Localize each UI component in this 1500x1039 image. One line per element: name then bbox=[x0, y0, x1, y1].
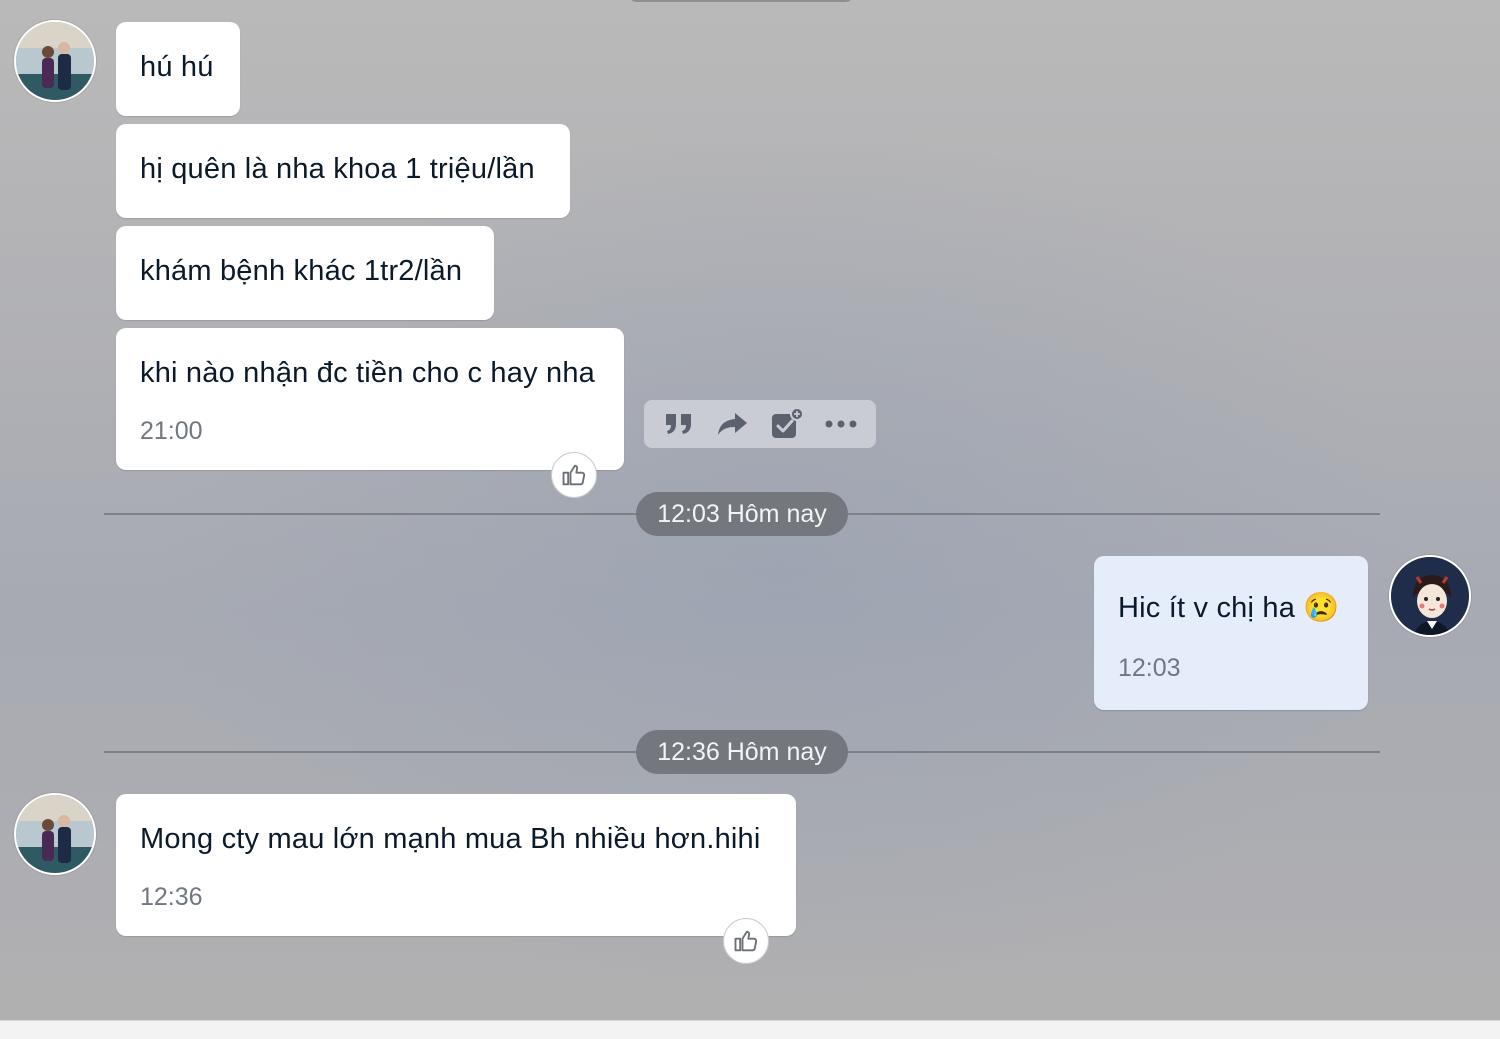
quote-button[interactable] bbox=[657, 404, 701, 444]
message-time: 12:03 bbox=[1118, 654, 1181, 682]
message-text: Hic ít v chị ha 😢 bbox=[1118, 592, 1340, 624]
more-icon bbox=[825, 420, 857, 428]
message-text: hị quên là nha khoa 1 triệu/lần bbox=[140, 153, 535, 185]
chat-area[interactable]: hú hú hị quên là nha khoa 1 triệu/lần kh… bbox=[0, 0, 1500, 1020]
message-text: hú hú bbox=[140, 51, 214, 83]
sender-avatar[interactable] bbox=[14, 20, 96, 102]
like-button[interactable] bbox=[551, 452, 597, 498]
thumbs-up-icon bbox=[562, 464, 586, 486]
like-button[interactable] bbox=[723, 918, 769, 964]
chat-bottom-border bbox=[0, 1020, 1500, 1039]
message-text: khi nào nhận đc tiền cho c hay nha bbox=[140, 357, 596, 389]
quote-icon bbox=[666, 414, 691, 434]
forward-icon bbox=[718, 413, 747, 435]
sender-avatar[interactable] bbox=[14, 793, 96, 875]
time-divider-label: 12:36 Hôm nay bbox=[636, 730, 848, 774]
message-bubble[interactable]: hú hú bbox=[116, 22, 240, 116]
message-text: khám bệnh khác 1tr2/lần bbox=[140, 255, 463, 287]
message-time: 12:36 bbox=[140, 883, 203, 911]
previous-divider-pill bbox=[628, 0, 854, 2]
create-task-button[interactable] bbox=[765, 404, 809, 444]
my-message-bubble[interactable]: Hic ít v chị ha 😢 12:03 bbox=[1094, 556, 1368, 710]
more-options-button[interactable] bbox=[819, 404, 863, 444]
my-avatar[interactable] bbox=[1389, 555, 1471, 637]
message-bubble[interactable]: Mong cty mau lớn mạnh mua Bh nhiều hơn.h… bbox=[116, 794, 796, 936]
message-action-toolbar bbox=[644, 400, 876, 448]
message-bubble[interactable]: hị quên là nha khoa 1 triệu/lần bbox=[116, 124, 570, 218]
message-bubble[interactable]: khám bệnh khác 1tr2/lần bbox=[116, 226, 494, 320]
message-bubble[interactable]: khi nào nhận đc tiền cho c hay nha 21:00 bbox=[116, 328, 624, 470]
time-divider-label: 12:03 Hôm nay bbox=[636, 492, 848, 536]
forward-button[interactable] bbox=[711, 404, 755, 444]
thumbs-up-icon bbox=[734, 930, 758, 952]
task-add-icon bbox=[772, 407, 804, 438]
message-time: 21:00 bbox=[140, 417, 203, 445]
message-text: Mong cty mau lớn mạnh mua Bh nhiều hơn.h… bbox=[140, 823, 761, 855]
